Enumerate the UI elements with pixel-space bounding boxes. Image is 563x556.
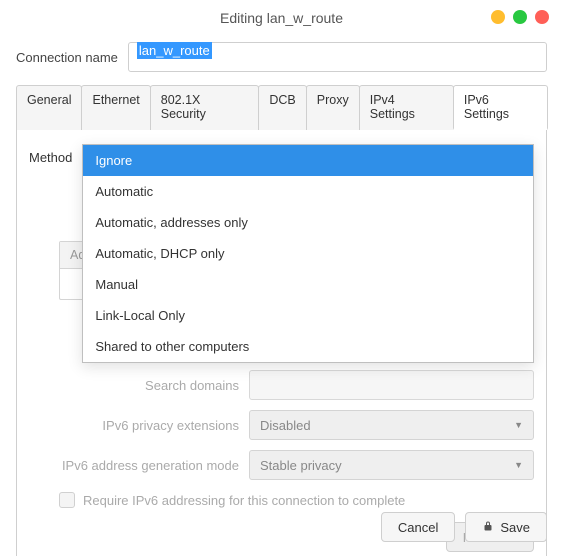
connection-name-value: lan_w_route	[137, 42, 212, 59]
gen-mode-value: Stable privacy	[260, 458, 342, 473]
connection-name-input[interactable]: lan_w_route	[128, 42, 547, 72]
tab-dcb[interactable]: DCB	[258, 85, 306, 130]
chevron-down-icon: ▼	[514, 460, 523, 470]
gen-mode-select[interactable]: Stable privacy ▼	[249, 450, 534, 480]
tab-8021x[interactable]: 802.1X Security	[150, 85, 260, 130]
window-maximize-button[interactable]	[513, 10, 527, 24]
chevron-down-icon: ▼	[514, 420, 523, 430]
window-minimize-button[interactable]	[491, 10, 505, 24]
save-button-label: Save	[500, 520, 530, 535]
search-domains-label: Search domains	[29, 378, 239, 393]
privacy-value: Disabled	[260, 418, 311, 433]
require-ipv6-row: Require IPv6 addressing for this connect…	[29, 492, 534, 508]
method-option-shared[interactable]: Shared to other computers	[83, 331, 533, 362]
method-dropdown-list: Ignore Automatic Automatic, addresses on…	[82, 144, 534, 363]
gen-mode-row: IPv6 address generation mode Stable priv…	[29, 450, 534, 480]
tab-ipv6[interactable]: IPv6 Settings	[453, 85, 548, 130]
dialog-footer: Cancel Save	[381, 512, 547, 542]
method-row: Method Ignore Automatic Automatic, addre…	[29, 144, 534, 165]
search-domains-row: Search domains	[29, 370, 534, 400]
method-option-automatic-dhcp[interactable]: Automatic, DHCP only	[83, 238, 533, 269]
privacy-row: IPv6 privacy extensions Disabled ▼	[29, 410, 534, 440]
titlebar: Editing lan_w_route	[0, 0, 563, 36]
window-title-prefix: Editing	[220, 10, 263, 26]
tab-general[interactable]: General	[16, 85, 82, 130]
tab-ethernet[interactable]: Ethernet	[81, 85, 150, 130]
method-option-ignore[interactable]: Ignore	[83, 145, 533, 176]
method-option-automatic[interactable]: Automatic	[83, 176, 533, 207]
window-controls	[491, 10, 549, 24]
dialog-window: Editing lan_w_route Connection name lan_…	[0, 0, 563, 556]
connection-name-row: Connection name lan_w_route	[16, 42, 547, 72]
window-close-button[interactable]	[535, 10, 549, 24]
lock-icon	[482, 520, 494, 535]
tab-ipv4[interactable]: IPv4 Settings	[359, 85, 454, 130]
privacy-select[interactable]: Disabled ▼	[249, 410, 534, 440]
privacy-label: IPv6 privacy extensions	[29, 418, 239, 433]
connection-name-label: Connection name	[16, 50, 118, 65]
gen-mode-label: IPv6 address generation mode	[29, 458, 239, 473]
cancel-button[interactable]: Cancel	[381, 512, 455, 542]
save-button[interactable]: Save	[465, 512, 547, 542]
content-area: Connection name lan_w_route General Ethe…	[0, 36, 563, 556]
method-label: Method	[29, 144, 72, 165]
search-domains-input[interactable]	[249, 370, 534, 400]
method-option-linklocal[interactable]: Link-Local Only	[83, 300, 533, 331]
require-ipv6-label: Require IPv6 addressing for this connect…	[83, 493, 405, 508]
tab-proxy[interactable]: Proxy	[306, 85, 360, 130]
tab-panel-ipv6: Method Ignore Automatic Automatic, addre…	[16, 130, 547, 556]
window-title: Editing lan_w_route	[220, 10, 343, 26]
method-option-manual[interactable]: Manual	[83, 269, 533, 300]
window-title-name: lan_w_route	[267, 10, 343, 26]
method-option-automatic-addresses[interactable]: Automatic, addresses only	[83, 207, 533, 238]
require-ipv6-checkbox[interactable]	[59, 492, 75, 508]
tabs-bar: General Ethernet 802.1X Security DCB Pro…	[16, 84, 547, 130]
